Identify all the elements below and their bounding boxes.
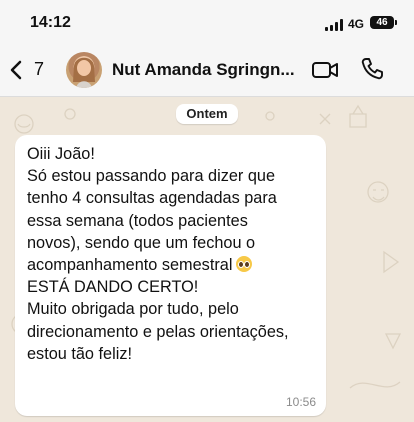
voice-call-button[interactable] xyxy=(359,56,385,82)
chat-area[interactable]: Ontem Oiii João! Só estou passando para … xyxy=(0,96,414,422)
avatar[interactable] xyxy=(66,52,102,88)
message-line-with-emoji: acompanhamento semestral xyxy=(27,254,327,276)
video-camera-icon xyxy=(312,62,338,78)
status-bar: 14:12 4G 46 xyxy=(0,0,414,46)
cellular-signal-icon xyxy=(325,19,345,31)
video-call-button[interactable] xyxy=(311,58,339,82)
message-line: Só estou passando para dizer que xyxy=(27,167,276,186)
contact-name[interactable]: Nut Amanda Sgringn... xyxy=(112,60,302,80)
pleading-face-emoji xyxy=(236,255,253,272)
message-line: Muito obrigada por tudo, pelo xyxy=(27,300,239,319)
message-line: direcionamento e pelas orientações, xyxy=(27,322,289,341)
message-text: Oiii João! Só estou passando para dizer … xyxy=(27,143,327,365)
chat-header: 7 Nut Amanda Sgringn... xyxy=(0,46,414,97)
network-type: 4G xyxy=(348,17,365,31)
message-line: novos), sendo que um fechou o xyxy=(27,233,256,252)
message-bubble[interactable]: Oiii João! Só estou passando para dizer … xyxy=(15,135,326,416)
message-line: tenho 4 consultas agendadas para xyxy=(27,189,277,208)
back-button[interactable]: 7 xyxy=(10,56,50,86)
avatar-image xyxy=(73,57,95,88)
message-line: ESTÁ DANDO CERTO! xyxy=(27,278,199,297)
chevron-left-icon xyxy=(10,60,22,80)
phone-icon xyxy=(361,58,383,80)
message-line: essa semana (todos pacientes xyxy=(27,211,248,230)
message-time: 10:56 xyxy=(285,395,316,409)
message-line: acompanhamento semestral xyxy=(27,255,233,274)
message-line: Oiii João! xyxy=(27,145,95,163)
unread-count: 7 xyxy=(34,59,45,79)
date-divider: Ontem xyxy=(176,104,238,124)
message-line: estou tão feliz! xyxy=(27,344,132,363)
battery-tip xyxy=(395,20,397,25)
battery-icon: 46 xyxy=(370,16,394,29)
status-time: 14:12 xyxy=(30,14,71,31)
